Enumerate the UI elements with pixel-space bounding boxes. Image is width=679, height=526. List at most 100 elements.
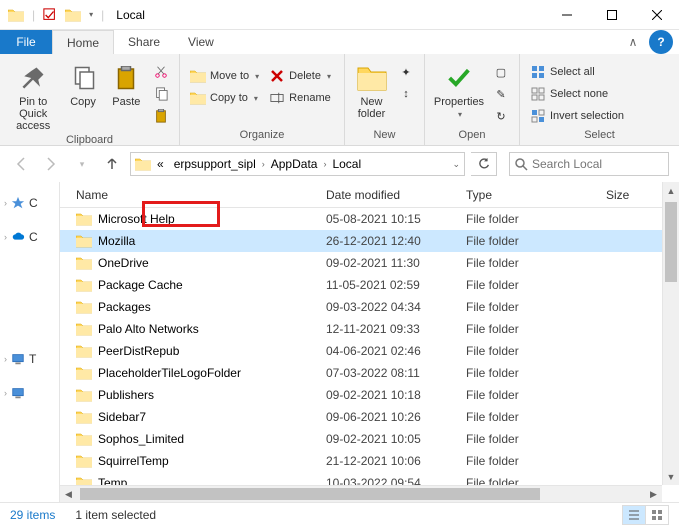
invert-selection-icon (530, 108, 546, 124)
file-row[interactable]: Publishers09-02-2021 10:18File folder (60, 384, 679, 406)
move-to-button[interactable]: Move to▾ (188, 66, 261, 86)
select-none-button[interactable]: Select none (528, 84, 626, 104)
view-tab[interactable]: View (174, 30, 228, 54)
scroll-left-icon[interactable]: ◀ (60, 486, 77, 502)
column-type[interactable]: Type (460, 188, 600, 202)
search-icon (514, 157, 528, 171)
collapse-ribbon-icon[interactable]: ∧ (621, 30, 645, 54)
navpane-onedrive[interactable]: ›C (4, 226, 55, 248)
pin-to-quick-access-button[interactable]: Pin to Quick access (8, 58, 58, 132)
qat-properties-icon[interactable] (43, 8, 57, 22)
status-selected: 1 item selected (75, 508, 156, 522)
properties-icon (443, 62, 475, 94)
address-bar[interactable]: « erpsupport_sipl › AppData › Local ⌄ (130, 152, 465, 176)
file-name: SquirrelTemp (98, 454, 169, 468)
file-type: File folder (460, 212, 600, 226)
copy-to-button[interactable]: Copy to▾ (188, 88, 261, 108)
help-icon[interactable]: ? (649, 30, 673, 54)
folder-icon (76, 256, 92, 270)
new-item-button[interactable]: ✦ (396, 62, 416, 82)
cut-button[interactable] (151, 62, 171, 82)
easy-access-button[interactable]: ↕ (396, 84, 416, 104)
file-type: File folder (460, 322, 600, 336)
file-row[interactable]: PlaceholderTileLogoFolder07-03-2022 08:1… (60, 362, 679, 384)
open-icon: ▢ (493, 64, 509, 80)
qat-divider: | (32, 8, 35, 22)
chevron-right-icon[interactable]: › (323, 159, 326, 169)
close-button[interactable] (634, 0, 679, 30)
file-name: Palo Alto Networks (98, 322, 199, 336)
scroll-thumb[interactable] (665, 202, 677, 282)
rename-button[interactable]: Rename (267, 88, 333, 108)
file-type: File folder (460, 432, 600, 446)
navpane-network[interactable]: › (4, 382, 55, 404)
file-row[interactable]: Sidebar709-06-2021 10:26File folder (60, 406, 679, 428)
file-tab[interactable]: File (0, 30, 52, 54)
copy-path-button[interactable] (151, 84, 171, 104)
share-tab[interactable]: Share (114, 30, 174, 54)
file-row[interactable]: Palo Alto Networks12-11-2021 09:33File f… (60, 318, 679, 340)
home-tab[interactable]: Home (52, 30, 114, 54)
breadcrumb-seg2[interactable]: AppData (267, 157, 322, 171)
easy-access-icon: ↕ (398, 86, 414, 102)
navpane-quick-access[interactable]: ›C (4, 192, 55, 214)
file-date: 05-08-2021 10:15 (320, 212, 460, 226)
select-all-button[interactable]: Select all (528, 62, 626, 82)
vertical-scrollbar[interactable]: ▲ ▼ (662, 182, 679, 485)
large-icons-view-button[interactable] (645, 505, 669, 525)
file-row[interactable]: Packages09-03-2022 04:34File folder (60, 296, 679, 318)
copy-button[interactable]: Copy (64, 58, 101, 108)
navigation-pane[interactable]: ›C ›C ›T › (0, 182, 60, 502)
breadcrumb-seg1[interactable]: erpsupport_sipl (170, 157, 260, 171)
forward-button[interactable] (40, 152, 64, 176)
address-dropdown-icon[interactable]: ⌄ (452, 159, 460, 170)
file-type: File folder (460, 300, 600, 314)
file-type: File folder (460, 234, 600, 248)
open-button[interactable]: ▢ (491, 62, 511, 82)
pc2-icon (11, 386, 25, 400)
file-row[interactable]: Package Cache11-05-2021 02:59File folder (60, 274, 679, 296)
scroll-right-icon[interactable]: ▶ (645, 486, 662, 502)
details-view-button[interactable] (622, 505, 646, 525)
column-date[interactable]: Date modified (320, 188, 460, 202)
history-button[interactable]: ↻ (491, 106, 511, 126)
delete-button[interactable]: Delete▾ (267, 66, 333, 86)
scroll-up-icon[interactable]: ▲ (663, 182, 679, 199)
navpane-this-pc[interactable]: ›T (4, 348, 55, 370)
scroll-down-icon[interactable]: ▼ (663, 468, 679, 485)
file-date: 09-06-2021 10:26 (320, 410, 460, 424)
paste-button[interactable]: Paste (108, 58, 145, 108)
breadcrumb-ellipsis[interactable]: « (153, 157, 168, 171)
back-button[interactable] (10, 152, 34, 176)
up-button[interactable] (100, 152, 124, 176)
file-row[interactable]: OneDrive09-02-2021 11:30File folder (60, 252, 679, 274)
horizontal-scrollbar[interactable]: ◀ ▶ (60, 485, 662, 502)
hscroll-thumb[interactable] (80, 488, 540, 500)
minimize-button[interactable] (544, 0, 589, 30)
maximize-button[interactable] (589, 0, 634, 30)
new-folder-button[interactable]: New folder (353, 58, 390, 120)
paste-icon (110, 62, 142, 94)
file-name: Packages (98, 300, 151, 314)
qat-folder-icon (8, 8, 24, 22)
refresh-button[interactable] (471, 152, 497, 176)
column-size[interactable]: Size (600, 188, 660, 202)
invert-selection-button[interactable]: Invert selection (528, 106, 626, 126)
qat-dropdown-icon[interactable]: ▾ (89, 10, 93, 19)
paste-shortcut-button[interactable] (151, 106, 171, 126)
search-input[interactable] (532, 157, 664, 171)
chevron-right-icon[interactable]: › (262, 159, 265, 169)
file-row[interactable]: Sophos_Limited09-02-2021 10:05File folde… (60, 428, 679, 450)
search-box[interactable] (509, 152, 669, 176)
folder-icon (76, 366, 92, 380)
file-row[interactable]: Mozilla26-12-2021 12:40File folder (60, 230, 679, 252)
column-name[interactable]: Name (70, 188, 320, 202)
edit-button[interactable]: ✎ (491, 84, 511, 104)
qat-folder2-icon[interactable] (65, 8, 81, 22)
recent-button[interactable]: ▾ (70, 152, 94, 176)
breadcrumb-seg3[interactable]: Local (328, 157, 365, 171)
file-row[interactable]: PeerDistRepub04-06-2021 02:46File folder (60, 340, 679, 362)
file-row[interactable]: Microsoft Help05-08-2021 10:15File folde… (60, 208, 679, 230)
properties-button[interactable]: Properties ▾ (433, 58, 485, 119)
file-row[interactable]: SquirrelTemp21-12-2021 10:06File folder (60, 450, 679, 472)
